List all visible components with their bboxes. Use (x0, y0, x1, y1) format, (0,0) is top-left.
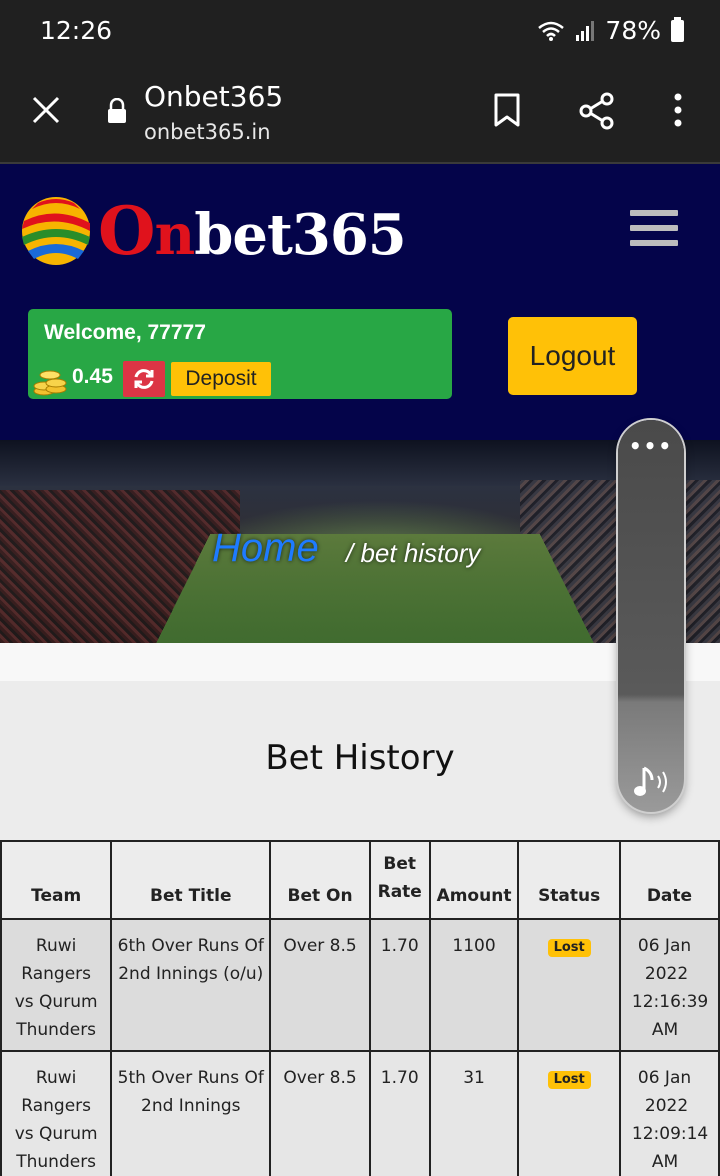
cell-bet-title: 6th Over Runs Of 2nd Innings (o/u) (110, 918, 272, 1052)
status-time: 12:26 (40, 16, 113, 45)
cell-bet-on: Over 8.5 (269, 918, 371, 1052)
music-note-icon[interactable] (632, 764, 672, 800)
bookmark-icon[interactable] (492, 92, 522, 128)
site-header: Onbet365 Welcome, 77777 0.45 Deposit Log… (0, 164, 720, 440)
cell-date: 06 Jan 2022 12:16:39 AM (618, 918, 720, 1052)
cell-team: Ruwi Rangers vs Qurum Thunders (0, 1050, 113, 1176)
table-header-row: Team Bet Title Bet On Bet Rate Amount Sta… (0, 840, 720, 920)
refresh-balance-button[interactable] (123, 361, 165, 397)
breadcrumb-home-link[interactable]: Home (212, 526, 319, 571)
page-title: Bet History (265, 738, 455, 778)
logout-button[interactable]: Logout (508, 317, 637, 395)
browser-page-title[interactable]: Onbet365 (144, 80, 283, 113)
cell-status: Lost (517, 1050, 621, 1176)
cell-amount: 1100 (428, 918, 520, 1052)
cell-bet-rate: 1.70 (368, 1050, 431, 1176)
stadium-banner: Home / bet history (0, 440, 720, 643)
site-logo[interactable]: Onbet365 (18, 192, 407, 270)
table-row: Ruwi Rangers vs Qurum Thunders 6th Over Run… (0, 918, 720, 1052)
screen: 12:26 78% Onbet365 onbet365.in Onbet365 … (0, 0, 720, 1176)
col-status: Status (517, 840, 621, 920)
cell-bet-on: Over 8.5 (269, 1050, 371, 1176)
status-bar: 12:26 78% (0, 0, 720, 62)
balance-amount: 0.45 (72, 365, 113, 388)
battery-icon (671, 16, 684, 42)
status-badge: Lost (547, 939, 591, 957)
browser-url[interactable]: onbet365.in (144, 120, 271, 144)
col-team: Team (0, 840, 113, 920)
col-bet-rate: Bet Rate (368, 840, 431, 920)
signal-icon (576, 20, 595, 41)
breadcrumb-current: / bet history (346, 538, 481, 568)
coins-icon (33, 370, 67, 396)
hamburger-menu-icon[interactable] (630, 210, 678, 255)
browser-toolbar: Onbet365 onbet365.in (0, 62, 720, 164)
share-icon[interactable] (578, 92, 616, 130)
cell-status: Lost (517, 918, 621, 1052)
col-bet-title: Bet Title (110, 840, 272, 920)
welcome-text: Welcome, 77777 (44, 321, 206, 344)
col-bet-on: Bet On (269, 840, 371, 920)
deposit-button[interactable]: Deposit (171, 362, 271, 396)
wifi-icon (538, 21, 565, 41)
col-date: Date (618, 840, 720, 920)
cell-team: Ruwi Rangers vs Qurum Thunders (0, 918, 113, 1052)
section-divider (0, 643, 720, 681)
floating-media-widget[interactable]: ••• (618, 420, 684, 812)
lock-icon (108, 98, 126, 123)
cell-bet-rate: 1.70 (368, 918, 431, 1052)
bet-history-table: Team Bet Title Bet On Bet Rate Amount Sta… (0, 840, 720, 1176)
refresh-icon (134, 369, 154, 389)
close-icon[interactable] (30, 94, 62, 126)
welcome-panel: Welcome, 77777 0.45 Deposit (28, 309, 452, 399)
cell-date: 06 Jan 2022 12:09:14 AM (618, 1050, 720, 1176)
col-amount: Amount (428, 840, 520, 920)
status-badge: Lost (547, 1071, 591, 1089)
cell-amount: 31 (428, 1050, 520, 1176)
cell-bet-title: 5th Over Runs Of 2nd Innings (110, 1050, 272, 1176)
more-options-icon[interactable] (664, 92, 692, 128)
widget-more-icon[interactable]: ••• (618, 434, 684, 458)
table-row: Ruwi Rangers vs Qurum Thunders 5th Over Run… (0, 1050, 720, 1176)
ball-logo-icon (22, 197, 90, 265)
battery-percent: 78% (605, 16, 661, 45)
status-icons: 78% (537, 16, 684, 45)
logo-wordmark: Onbet365 (98, 192, 407, 270)
